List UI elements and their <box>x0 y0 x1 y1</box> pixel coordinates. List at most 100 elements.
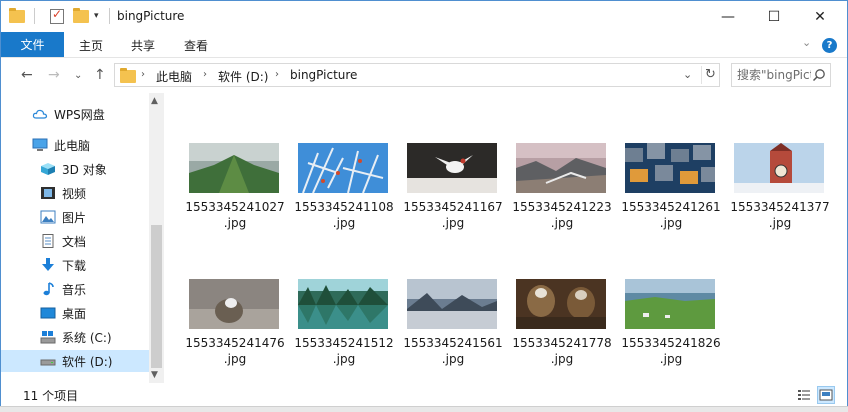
video-icon <box>40 186 56 200</box>
file-tile[interactable]: 1553345241512 .jpg <box>290 279 394 389</box>
file-name-base: 1553345241561 <box>403 336 503 350</box>
tab-home[interactable]: 主页 <box>79 37 103 54</box>
nav-item-desktop[interactable]: 桌面 <box>1 302 149 324</box>
navigation-pane: WPS网盘 此电脑 3D 对象 视频 图片 文档 下载 音乐 桌面 系统 (C:… <box>1 93 164 383</box>
scroll-up-arrow-icon[interactable]: ▲ <box>151 96 158 106</box>
back-arrow-icon[interactable]: ← <box>21 67 33 83</box>
file-name-base: 1553345241377 <box>730 200 830 214</box>
nav-pane-scrollbar[interactable]: ▲ ▼ <box>149 93 164 383</box>
large-icons-view-icon[interactable] <box>817 386 835 404</box>
up-arrow-icon[interactable]: ↑ <box>94 67 106 83</box>
image-thumbnail <box>189 279 279 329</box>
file-tile[interactable]: 1553345241476 .jpg <box>181 279 285 389</box>
search-box[interactable] <box>731 63 831 87</box>
scroll-down-arrow-icon[interactable]: ▼ <box>151 370 158 380</box>
desktop-icon <box>40 306 56 320</box>
nav-item-label: 此电脑 <box>54 138 91 153</box>
nav-item-pictures[interactable]: 图片 <box>1 206 149 228</box>
breadcrumb-chevron-icon[interactable]: › <box>275 69 279 80</box>
file-name-base: 1553345241027 <box>185 200 285 214</box>
drive-c-icon <box>40 330 56 344</box>
address-history-dropdown-icon[interactable]: ⌄ <box>683 68 692 81</box>
tab-view[interactable]: 查看 <box>184 37 208 54</box>
file-extension: .jpg <box>441 352 465 366</box>
help-icon[interactable]: ? <box>822 38 837 53</box>
details-view-icon[interactable] <box>795 386 813 404</box>
window-title: bingPicture <box>117 9 185 23</box>
recent-locations-chevron-icon[interactable]: ⌄ <box>74 70 82 81</box>
file-tile[interactable]: 1553345241561 .jpg <box>399 279 503 389</box>
file-name-base: 1553345241223 <box>512 200 612 214</box>
nav-item-downloads[interactable]: 下载 <box>1 254 149 276</box>
file-explorer-window: ▾ bingPicture — ☐ ✕ 文件 主页 共享 查看 ⌄ ? ← → … <box>0 0 848 412</box>
search-input[interactable] <box>737 67 811 83</box>
expand-ribbon-chevron-icon[interactable]: ⌄ <box>802 36 811 49</box>
properties-check-icon[interactable] <box>50 7 64 25</box>
nav-item-label: 下载 <box>62 258 87 273</box>
breadcrumb-chevron-icon[interactable]: › <box>141 69 145 80</box>
breadcrumb-this-pc[interactable]: 此电脑 <box>156 68 192 85</box>
file-name: 1553345241027 .jpg <box>181 199 289 231</box>
file-extension: .jpg <box>441 216 465 230</box>
file-name-base: 1553345241167 <box>403 200 503 214</box>
file-tile[interactable]: 1553345241778 .jpg <box>508 279 612 389</box>
file-list: 1553345241027 .jpg 1553345241108 .jpg 1553… <box>164 93 847 383</box>
close-button[interactable]: ✕ <box>797 1 843 32</box>
file-name: 1553345241476 .jpg <box>181 335 289 367</box>
file-tile[interactable]: 1553345241223 .jpg <box>508 143 612 253</box>
file-tile[interactable]: 1553345241027 .jpg <box>181 143 285 253</box>
file-extension: .jpg <box>550 352 574 366</box>
breadcrumb-drive-d[interactable]: 软件 (D:) <box>218 68 268 85</box>
nav-item-label: 文档 <box>62 234 87 249</box>
cloud-icon <box>32 107 48 121</box>
file-name-base: 1553345241826 <box>621 336 721 350</box>
address-bar[interactable]: › 此电脑 › 软件 (D:) › bingPicture ⌄ ↻ <box>114 63 720 87</box>
nav-item-drive-d[interactable]: 软件 (D:) <box>1 350 149 372</box>
download-icon <box>40 258 56 272</box>
refresh-icon[interactable]: ↻ <box>701 66 719 84</box>
nav-item-drive-c[interactable]: 系统 (C:) <box>1 326 149 348</box>
file-name: 1553345241778 .jpg <box>508 335 616 367</box>
3d-objects-icon <box>40 162 56 176</box>
search-icon[interactable] <box>812 68 826 82</box>
qa-separator-2 <box>109 7 110 25</box>
file-name-base: 1553345241261 <box>621 200 721 214</box>
music-icon <box>40 282 56 296</box>
file-name: 1553345241261 .jpg <box>617 199 725 231</box>
nav-item-videos[interactable]: 视频 <box>1 182 149 204</box>
nav-item-documents[interactable]: 文档 <box>1 230 149 252</box>
image-thumbnail <box>625 279 715 329</box>
file-extension: .jpg <box>550 216 574 230</box>
file-name: 1553345241223 .jpg <box>508 199 616 231</box>
file-tile[interactable]: 1553345241826 .jpg <box>617 279 721 389</box>
breadcrumb-bingpicture[interactable]: bingPicture <box>290 68 357 82</box>
new-folder-icon[interactable] <box>73 7 89 25</box>
file-tile[interactable]: 1553345241261 .jpg <box>617 143 721 253</box>
file-name-base: 1553345241512 <box>294 336 394 350</box>
maximize-button[interactable]: ☐ <box>751 1 797 32</box>
file-name-base: 1553345241476 <box>185 336 285 350</box>
file-tile[interactable]: 1553345241108 .jpg <box>290 143 394 253</box>
nav-item-label: 视频 <box>62 186 87 201</box>
forward-arrow-icon[interactable]: → <box>48 67 60 83</box>
nav-item-this-pc[interactable]: 此电脑 <box>1 134 149 156</box>
image-thumbnail <box>625 143 715 193</box>
nav-item-3d-objects[interactable]: 3D 对象 <box>1 158 149 180</box>
ribbon-divider <box>1 57 847 58</box>
image-thumbnail <box>407 279 497 329</box>
tab-share[interactable]: 共享 <box>131 37 155 54</box>
minimize-button[interactable]: — <box>705 1 751 32</box>
quick-access-dropdown-icon[interactable]: ▾ <box>94 7 99 25</box>
tab-file[interactable]: 文件 <box>1 32 64 57</box>
nav-item-music[interactable]: 音乐 <box>1 278 149 300</box>
address-folder-icon <box>120 68 136 83</box>
scrollbar-thumb[interactable] <box>151 225 162 368</box>
file-tile[interactable]: 1553345241167 .jpg <box>399 143 503 253</box>
nav-item-wps-cloud[interactable]: WPS网盘 <box>1 103 149 125</box>
file-tile[interactable]: 1553345241377 .jpg <box>726 143 830 253</box>
image-thumbnail <box>516 143 606 193</box>
breadcrumb-chevron-icon[interactable]: › <box>203 69 207 80</box>
nav-item-label: 3D 对象 <box>62 162 107 177</box>
file-extension: .jpg <box>223 352 247 366</box>
image-thumbnail <box>734 143 824 193</box>
